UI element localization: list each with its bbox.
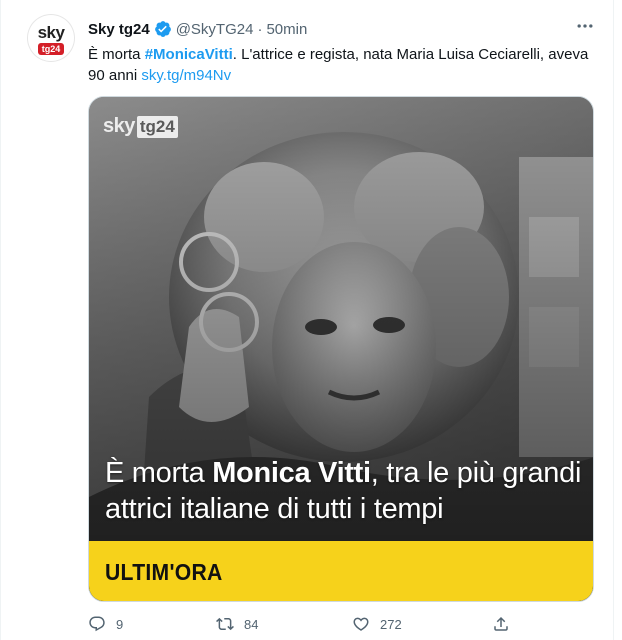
retweet-count: 84 <box>244 616 259 632</box>
skytg24-watermark: sky tg24 <box>103 115 178 138</box>
tweet-text: È morta #MonicaVitti. L'attrice e regist… <box>88 44 598 86</box>
reply-button[interactable]: 9 <box>88 612 123 636</box>
breaking-news-band: ULTIM'ORA <box>89 541 593 601</box>
timestamp[interactable]: 50min <box>266 21 307 38</box>
retweet-button[interactable]: 84 <box>216 612 258 636</box>
tweet-actions: 9 84 272 <box>88 612 608 636</box>
tweet-text-prefix: È morta <box>88 46 145 63</box>
avatar-sky-text: sky <box>37 23 65 42</box>
verified-badge-icon <box>154 20 172 38</box>
headline-bold-name: Monica Vitti <box>212 457 371 489</box>
avatar[interactable]: sky tg24 <box>27 14 75 62</box>
share-button[interactable] <box>492 612 520 636</box>
display-name[interactable]: Sky tg24 <box>88 21 150 38</box>
retweet-icon <box>216 617 234 631</box>
watermark-tg24: tg24 <box>136 115 178 138</box>
more-options-icon[interactable] <box>573 16 597 36</box>
reply-count: 9 <box>116 616 124 632</box>
share-icon <box>494 616 508 631</box>
media-headline: È morta Monica Vitti, tra le più grandi … <box>105 455 585 527</box>
breaking-news-label: ULTIM'ORA <box>105 559 223 585</box>
reply-icon <box>89 616 105 632</box>
handle[interactable]: @SkyTG24 <box>176 21 254 38</box>
avatar-tg-badge: tg24 <box>38 43 64 55</box>
tweet-media-image[interactable]: sky tg24 È morta Monica Vitti, tra le pi… <box>88 96 594 602</box>
like-button[interactable]: 272 <box>352 612 402 636</box>
separator: · <box>257 20 263 38</box>
heart-icon <box>353 617 369 631</box>
hashtag-link[interactable]: #MonicaVitti <box>145 46 233 63</box>
short-link[interactable]: sky.tg/m94Nv <box>141 67 231 84</box>
watermark-sky: sky <box>103 115 135 137</box>
like-count: 272 <box>380 616 402 632</box>
tweet-header: Sky tg24 @SkyTG24 · 50min <box>88 19 307 39</box>
headline-prefix: È morta <box>105 457 213 489</box>
tweet-card[interactable]: sky tg24 Sky tg24 @SkyTG24 · 50min È mor… <box>0 0 614 640</box>
